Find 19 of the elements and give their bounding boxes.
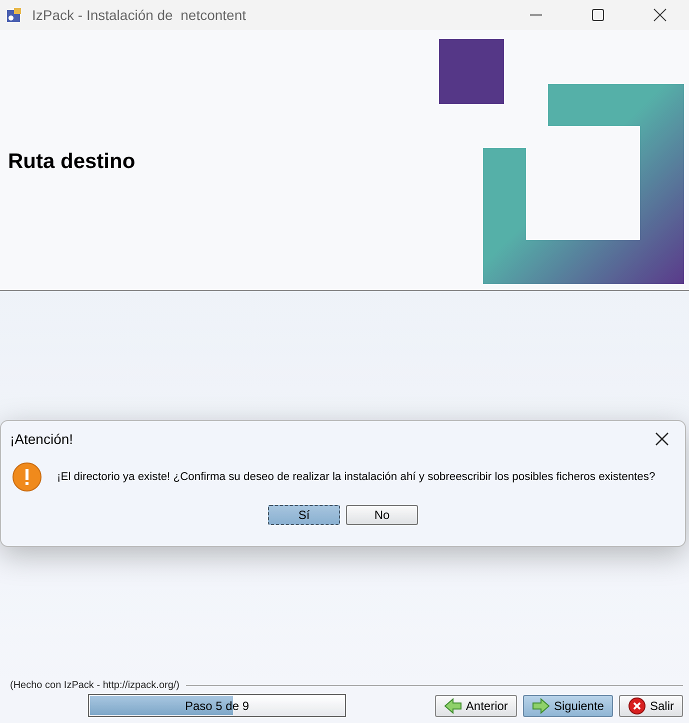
page-title: Ruta destino bbox=[8, 150, 136, 174]
warning-icon bbox=[11, 461, 43, 493]
close-icon[interactable] bbox=[655, 432, 669, 446]
next-button[interactable]: Siguiente bbox=[522, 694, 613, 716]
maximize-icon[interactable] bbox=[591, 8, 605, 22]
progress-label: Paso 5 de 9 bbox=[184, 698, 250, 712]
left-arrow-icon bbox=[444, 698, 462, 714]
dialog-button[interactable]: No bbox=[346, 505, 418, 525]
window-title: IzPack - Instalación de netcontent bbox=[32, 7, 246, 23]
package-icon bbox=[6, 7, 22, 23]
dialog-title: ¡Atención! bbox=[10, 431, 74, 447]
credit-text: (Hecho con IzPack - http://izpack.org/) bbox=[10, 680, 180, 691]
quit-button[interactable]: Salir bbox=[618, 694, 683, 716]
close-icon[interactable] bbox=[653, 8, 667, 22]
back-button[interactable]: Anterior bbox=[434, 694, 517, 716]
stop-icon bbox=[628, 696, 646, 714]
dialog-message: ¡El directorio ya existe! ¿Confirma su deseo de realizar la instalación ahí y sobreescribir los posibles ficheros existentes? bbox=[57, 471, 656, 483]
right-arrow-icon bbox=[532, 698, 550, 714]
dialog-button[interactable]: Sí bbox=[268, 505, 340, 525]
